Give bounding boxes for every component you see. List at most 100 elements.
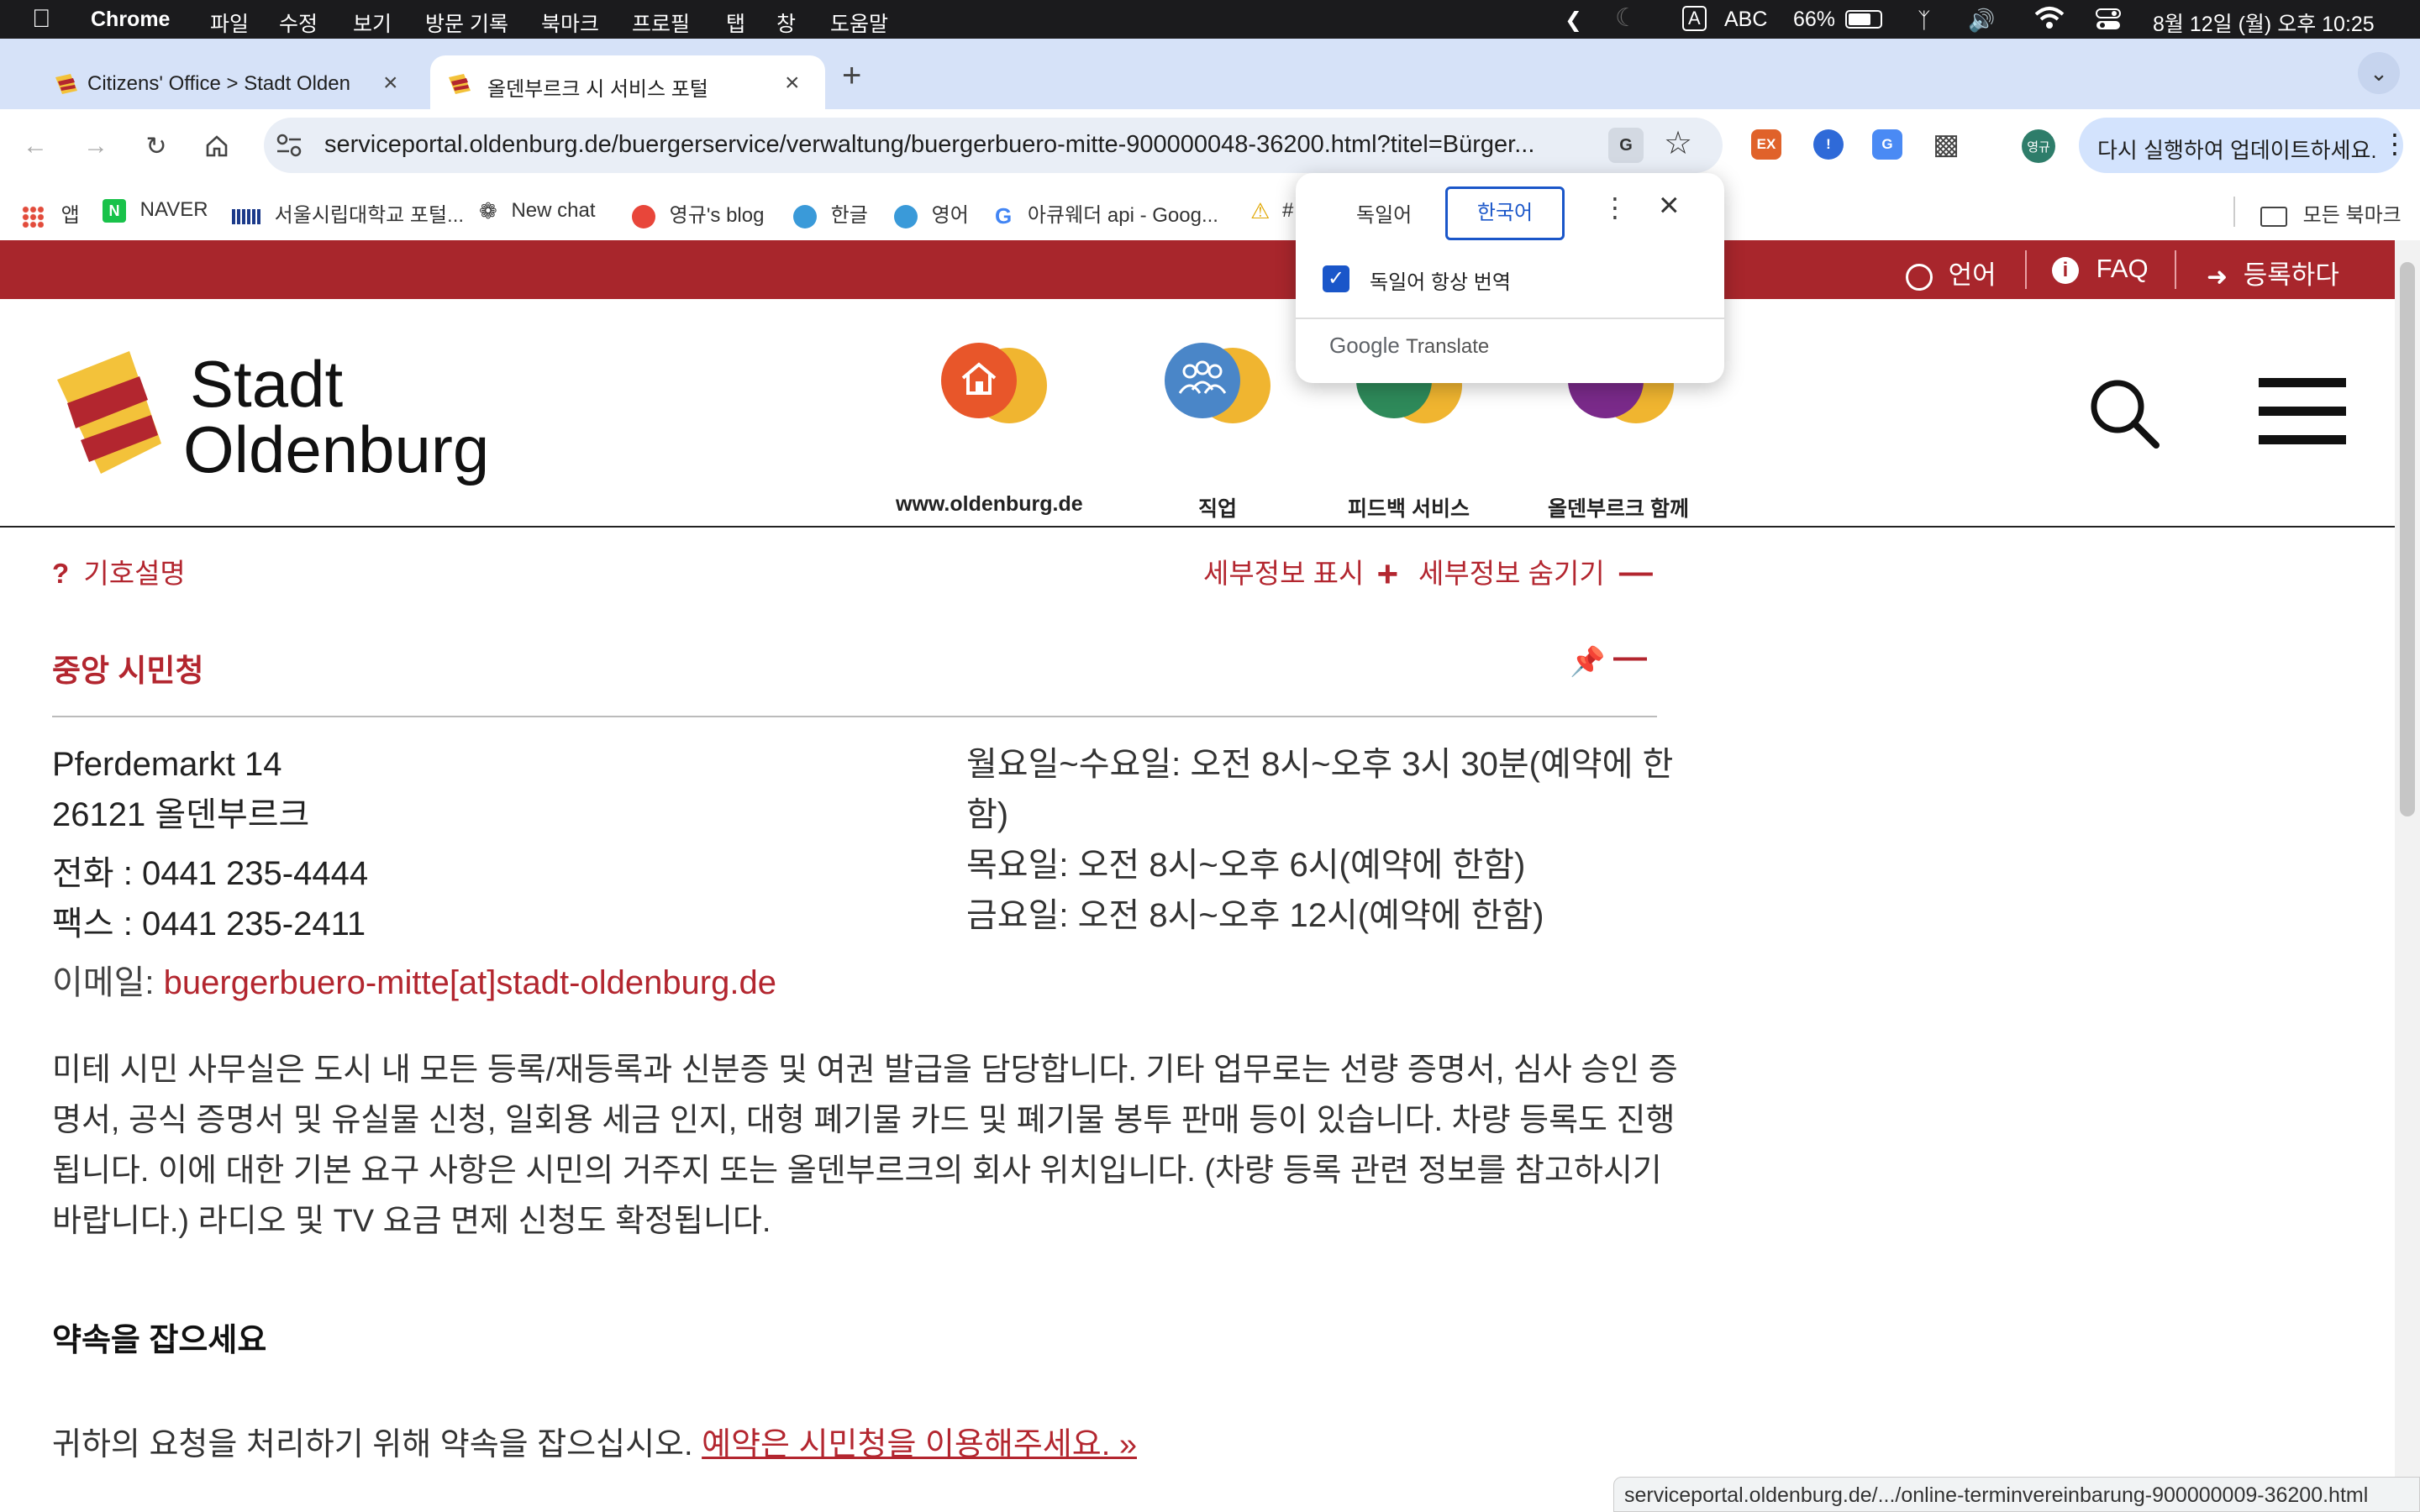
new-tab-icon[interactable]: + [842,57,861,95]
site-logo[interactable]: Stadt Oldenburg [52,346,506,486]
bookmark-naver[interactable]: N NAVER [103,198,208,223]
input-source-badge[interactable]: A [1682,6,1707,31]
apps-grid-icon [22,205,44,228]
extension-google-translate-icon[interactable]: G [1872,129,1902,160]
office-title[interactable]: 중앙 시민청 [52,645,203,690]
extension-ex-icon[interactable]: EX [1751,129,1781,160]
menu-tab[interactable]: 탭 [726,8,745,38]
apple-icon[interactable]:  [32,5,51,34]
bookmark-hash[interactable]: ⚠ # [1250,198,1293,224]
nav-jobs[interactable]: 직업 [1150,343,1284,521]
language-link[interactable]: 언어 [1906,254,1996,291]
street: Pferdemarkt 14 [52,746,282,783]
extension-shield-icon[interactable]: ! [1813,129,1844,160]
bookmark-korean[interactable]: 한글 [793,198,868,228]
menu-help[interactable]: 도움말 [830,8,888,38]
naver-icon: N [103,198,126,223]
menu-bookmarks[interactable]: 북마크 [541,8,599,38]
hours-mon-wed-cont: 함) [966,796,1009,833]
oldenburg-crest-icon [57,351,161,474]
menu-file[interactable]: 파일 [210,8,249,38]
battery-icon[interactable] [1845,10,1882,29]
reload-icon[interactable]: ↻ [138,128,175,165]
pin-icon[interactable]: 📌 [1570,645,1605,679]
chevron-left-icon[interactable]: ❮ [1565,8,1582,33]
site-top-bar: 언어 i FAQ ➜ 등록하다 [0,240,2395,299]
tab-citizens-office[interactable]: Citizens' Office > Stadt Olden × [34,55,417,109]
hamburger-menu-icon[interactable] [2259,378,2346,445]
warning-icon: ⚠ [1250,198,1270,223]
site-info-icon[interactable] [276,133,302,162]
bookmark-blog[interactable]: 영규's blog [632,198,764,228]
close-tab-icon[interactable]: × [785,69,800,97]
faq-link[interactable]: i FAQ [2052,254,2149,284]
always-translate-checkbox[interactable]: ✓ [1323,265,1349,292]
close-tab-icon[interactable]: × [383,69,398,97]
legend-link[interactable]: ? 기호설명 [52,551,186,591]
back-icon[interactable]: ← [17,128,54,165]
tab-search-icon[interactable]: ⌄ [2358,52,2400,94]
bookmark-uos-portal[interactable]: 서울시립대학교 포털... [232,198,464,228]
update-button[interactable]: 다시 실행하여 업데이트하세요. ⋮ [2079,118,2408,173]
logo-line-2: Oldenburg [183,412,490,486]
menu-view[interactable]: 보기 [353,8,392,38]
forward-icon[interactable]: → [77,128,114,165]
battery-percent[interactable]: 66% [1793,8,1835,32]
show-details-link[interactable]: 세부정보 표시 + [1203,551,1398,596]
appointment-link[interactable]: 예약은 시민청을 이용해주세요. » [702,1427,1137,1462]
phone-number[interactable]: 0441 235-4444 [142,855,368,892]
search-icon[interactable] [2087,376,2163,456]
menu-profile[interactable]: 프로필 [632,8,690,38]
bookmark-star-icon[interactable]: ☆ [1664,124,1692,162]
bookmark-english[interactable]: 영어 [894,198,969,228]
menu-window[interactable]: 창 [776,8,796,38]
menu-edit[interactable]: 수정 [279,8,318,38]
link-status-bar: serviceportal.oldenburg.de/.../online-te… [1613,1477,2420,1512]
translate-page-icon[interactable]: G [1608,128,1644,163]
bookmark-new-chat[interactable]: ❁ New chat [479,198,596,224]
scrollbar-thumb[interactable] [2400,262,2415,816]
hours-mon-wed: 월요일~수요일: 오전 8시~오후 3시 30분(예약에 한 [966,746,1674,783]
folder-icon [2260,206,2287,227]
fax-number: 0441 235-2411 [141,906,366,942]
menu-history[interactable]: 방문 기록 [425,8,508,38]
nav-label: 올덴부르크 함께 [1548,497,1689,521]
oldenburg-favicon [447,74,472,94]
moon-icon[interactable]: ☾ [1615,3,1638,33]
url-text[interactable]: serviceportal.oldenburg.de/buergerservic… [324,131,1618,159]
uos-icon [232,208,260,224]
extensions-puzzle-icon[interactable]: ▩ [1933,128,1960,161]
input-source-label[interactable]: ABC [1724,8,1767,32]
wifi-icon[interactable] [2033,5,2065,36]
globe-icon [1906,263,1933,291]
home-bubble-icon [941,343,1050,435]
close-popup-icon[interactable]: × [1659,185,1680,225]
update-button-label: 다시 실행하여 업데이트하세요. [2097,138,2377,163]
home-icon[interactable] [198,128,235,165]
nav-oldenburg-de[interactable]: www.oldenburg.de [891,343,1096,516]
register-link[interactable]: ➜ 등록하다 [2207,254,2339,291]
bookmark-divider [2233,197,2235,227]
address-bar[interactable]: serviceportal.oldenburg.de/buergerservic… [264,118,1723,173]
bar-divider [2025,250,2027,289]
bookmark-apps[interactable]: 앱 [22,198,80,228]
hide-details-link[interactable]: 세부정보 숨기기 — [1418,551,1653,591]
collapse-icon[interactable]: — [1613,638,1647,676]
tab-service-portal[interactable]: 올덴부르크 시 서비스 포털 × [430,55,825,109]
app-menu[interactable]: Chrome [91,8,170,32]
popup-divider [1296,318,1724,319]
volume-icon[interactable]: 🔊 [1968,8,1995,34]
bookmark-accuweather[interactable]: G 아큐웨더 api - Goog... [995,198,1218,229]
tab-strip: Citizens' Office > Stadt Olden × 올덴부르크 시… [0,39,2420,109]
tab-source-language[interactable]: 독일어 [1356,198,1412,228]
translate-options-icon[interactable]: ⋮ [1602,192,1628,223]
tab-target-language[interactable]: 한국어 [1445,186,1565,240]
menu-clock[interactable]: 8월 12일 (월) 오후 10:25 [2153,8,2375,38]
kebab-menu-icon[interactable]: ⋮ [2381,128,2408,160]
bluetooth-icon[interactable]: ᛉ [1918,8,1931,34]
control-center-icon[interactable] [2096,8,2121,36]
profile-avatar[interactable]: 영규 [2022,129,2055,163]
email-link[interactable]: buergerbuero-mitte[at]stadt-oldenburg.de [164,964,776,1001]
minus-icon: — [1618,554,1653,591]
all-bookmarks[interactable]: 모든 북마크 [2260,198,2402,228]
